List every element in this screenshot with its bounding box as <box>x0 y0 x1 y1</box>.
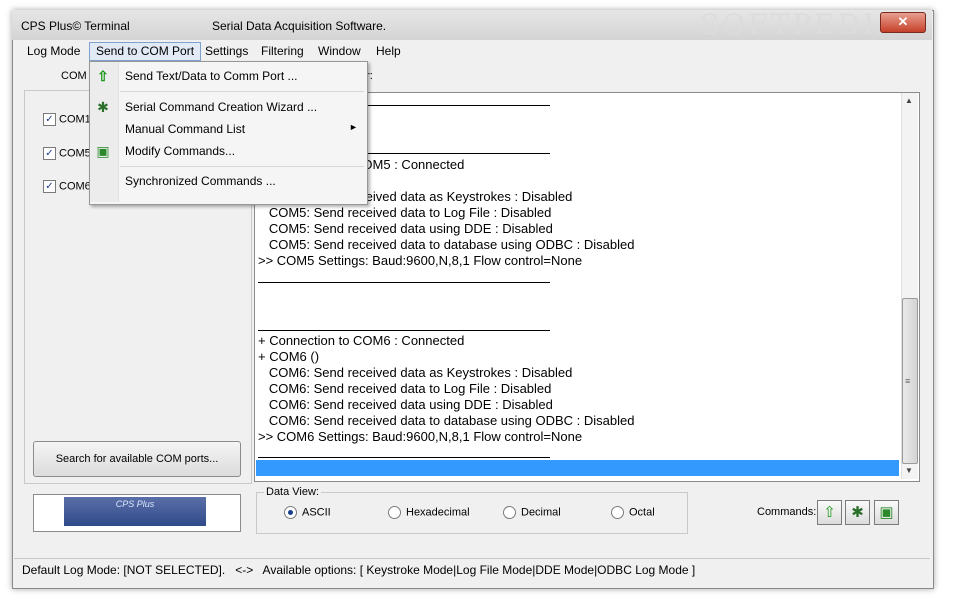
app-title: CPS Plus© Terminal <box>21 19 130 33</box>
close-button[interactable]: ✕ <box>880 12 926 33</box>
com-port-label: COM1 <box>59 113 91 126</box>
grip-icon: ≡ <box>905 376 911 386</box>
send-data-button[interactable]: ⇧ <box>817 500 842 525</box>
log-line: COM6: Send received data to Log File : D… <box>258 381 552 396</box>
radio-unselected-icon[interactable] <box>611 506 624 519</box>
checkbox-checked-icon[interactable]: ✓ <box>43 147 56 160</box>
wizard-wand-icon: ✱ <box>851 504 864 521</box>
wizard-wand-icon: ✱ <box>97 99 109 115</box>
command-wizard-button[interactable]: ✱ <box>845 500 870 525</box>
menu-filtering[interactable]: Filtering <box>255 42 310 61</box>
data-view-label: Data View: <box>264 486 321 498</box>
log-line: COM6: Send received data using DDE : Dis… <box>258 397 553 412</box>
com-port-label: COM6 <box>59 180 91 193</box>
green-up-arrow-icon: ⇧ <box>97 68 109 84</box>
status-text: Default Log Mode: [NOT SELECTED]. <-> Av… <box>22 563 696 577</box>
radio-octal[interactable]: Octal <box>611 506 655 519</box>
submenu-arrow-icon: ► <box>349 122 358 132</box>
menu-item-modify-commands[interactable]: Modify Commands... <box>125 144 235 158</box>
app-subtitle: Serial Data Acquisition Software. <box>212 19 387 33</box>
radio-decimal[interactable]: Decimal <box>503 506 561 519</box>
com-port-label: COM5 <box>59 147 91 160</box>
cps-plus-logo: CPS Plus <box>64 497 206 526</box>
log-line: COM5: Send received data to database usi… <box>258 237 635 252</box>
modify-commands-button[interactable]: ▣ <box>874 500 899 525</box>
log-line: COM6: Send received data to database usi… <box>258 413 635 428</box>
com-port-item[interactable]: ✓ COM5 <box>43 147 91 160</box>
radio-unselected-icon[interactable] <box>388 506 401 519</box>
log-line: >> COM5 Settings: Baud:9600,N,8,1 Flow c… <box>258 253 583 268</box>
selected-log-line[interactable] <box>256 460 899 476</box>
log-line: COM6: Send received data as Keystrokes :… <box>258 365 573 380</box>
radio-selected-icon[interactable] <box>284 506 297 519</box>
modify-commands-icon: ▣ <box>879 504 894 521</box>
com-port-item[interactable]: ✓ COM1 <box>43 113 91 126</box>
menu-send-to-com-port[interactable]: Send to COM Port <box>89 42 202 61</box>
menu-separator <box>120 166 364 167</box>
log-line: COM5: Send received data using DDE : Dis… <box>258 221 553 236</box>
search-com-ports-button[interactable]: Search for available COM ports... <box>33 441 241 477</box>
checkbox-checked-icon[interactable]: ✓ <box>43 180 56 193</box>
modify-commands-icon: ▣ <box>96 143 110 159</box>
log-line: COM5: Send received data to Log File : D… <box>258 205 552 220</box>
checkbox-checked-icon[interactable]: ✓ <box>43 113 56 126</box>
log-line: + Connection to COM6 : Connected <box>258 333 465 348</box>
log-line: + COM6 () <box>258 349 320 364</box>
log-line: >> COM6 Settings: Baud:9600,N,8,1 Flow c… <box>258 429 583 444</box>
menu-window[interactable]: Window <box>312 42 367 61</box>
tab-com[interactable]: COM <box>61 70 87 82</box>
menu-item-synchronized-commands[interactable]: Synchronized Commands ... <box>125 174 276 188</box>
separator-line <box>258 282 550 283</box>
watermark: SOFTPEDIA <box>700 8 901 41</box>
scroll-down-icon[interactable]: ▼ <box>901 463 917 479</box>
separator-line <box>258 457 550 458</box>
commands-label: Commands: <box>757 506 817 518</box>
green-up-arrow-icon: ⇧ <box>823 504 836 521</box>
menu-item-manual-command-list[interactable]: Manual Command List <box>125 122 245 136</box>
scroll-up-icon[interactable]: ▲ <box>901 93 917 109</box>
separator-line <box>258 330 550 331</box>
radio-unselected-icon[interactable] <box>503 506 516 519</box>
com-port-item[interactable]: ✓ COM6 <box>43 180 91 193</box>
menu-help[interactable]: Help <box>370 42 407 61</box>
menu-separator <box>120 91 364 92</box>
menu-item-send-text-data[interactable]: Send Text/Data to Comm Port ... <box>125 69 298 83</box>
radio-hexadecimal[interactable]: Hexadecimal <box>388 506 470 519</box>
menu-item-command-wizard[interactable]: Serial Command Creation Wizard ... <box>125 100 317 114</box>
menu-log-mode[interactable]: Log Mode <box>21 42 86 61</box>
radio-ascii[interactable]: ASCII <box>284 506 331 519</box>
menu-settings[interactable]: Settings <box>199 42 254 61</box>
